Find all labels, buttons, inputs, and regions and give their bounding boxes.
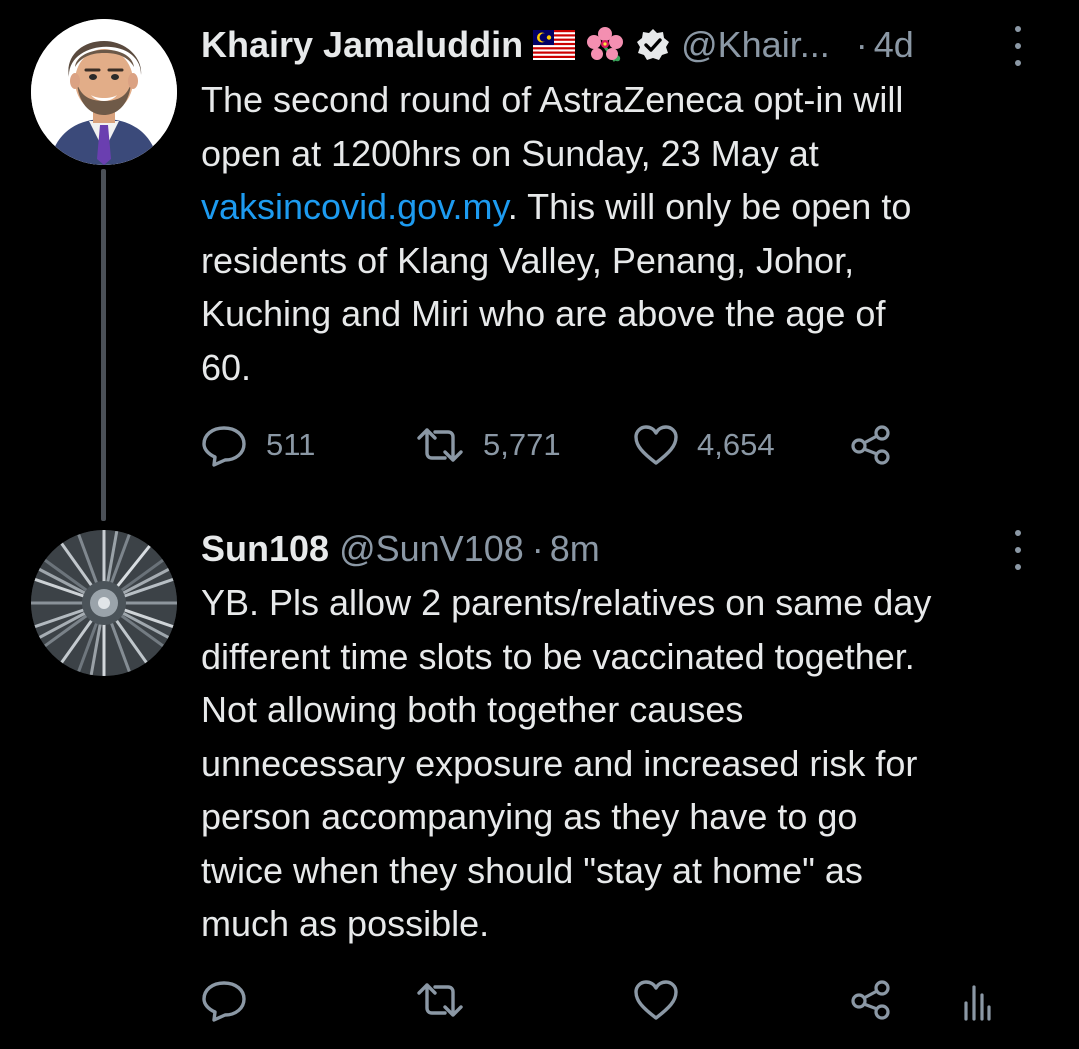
retweet-button[interactable] [415, 980, 633, 1020]
retweet-icon [417, 428, 463, 462]
tweet-actions: 511 5,771 4,654 [200, 420, 1049, 470]
retweet-count: 5,771 [483, 427, 561, 462]
tweet-link[interactable]: vaksincovid.gov.my [201, 186, 508, 227]
heart-icon [634, 980, 678, 1020]
avatar-khairy[interactable] [31, 19, 177, 165]
reply-button[interactable]: 511 [200, 422, 415, 468]
analytics-button[interactable] [962, 979, 992, 1021]
tweet-sun108[interactable]: Sun108 @SunV108 · 8m YB. Pls allow 2 par… [0, 520, 1079, 1049]
more-options-icon[interactable] [1005, 26, 1031, 66]
display-name[interactable]: Khairy Jamaluddin [201, 24, 523, 66]
tweet-text: YB. Pls allow 2 parents/relatives on sam… [201, 582, 932, 944]
reply-icon [202, 426, 246, 467]
radial-burst-avatar-icon [31, 530, 177, 676]
separator-dot: · [855, 24, 868, 65]
retweet-icon [417, 983, 463, 1017]
like-button[interactable] [633, 979, 850, 1021]
tweet-text: The second round of AstraZeneca opt-in w… [201, 73, 1061, 394]
analytics-icon [964, 985, 991, 1021]
heart-icon [634, 425, 678, 465]
timestamp[interactable]: 8m [550, 528, 600, 570]
handle[interactable]: @Khair... [681, 24, 830, 66]
verified-badge-icon [635, 27, 671, 63]
reply-count: 511 [266, 427, 316, 462]
avatar-sun108[interactable] [31, 530, 177, 676]
reply-icon [202, 981, 246, 1022]
reply-button[interactable] [200, 977, 415, 1023]
timestamp[interactable]: 4d [874, 24, 914, 66]
tweet-khairy[interactable]: Khairy Jamaluddin @Khair... · 4d The sec… [0, 0, 1079, 521]
handle[interactable]: @SunV108 [339, 528, 524, 570]
like-button[interactable]: 4,654 [633, 424, 850, 466]
display-name[interactable]: Sun108 [201, 528, 329, 570]
caricature-avatar-icon [31, 19, 177, 165]
more-options-icon[interactable] [1005, 530, 1031, 570]
tweet-header: Khairy Jamaluddin @Khair... · 4d [201, 20, 1049, 70]
separator-dot: · [531, 528, 544, 569]
tweet-actions [200, 975, 1049, 1025]
hibiscus-icon [585, 25, 625, 65]
tweet-header: Sun108 @SunV108 · 8m [201, 524, 1049, 574]
like-count: 4,654 [697, 427, 775, 462]
share-button[interactable] [850, 424, 892, 466]
share-icon [851, 425, 890, 465]
tweet-text-lead: The second round of AstraZeneca opt-in w… [201, 79, 904, 174]
malaysia-flag-icon [533, 30, 576, 60]
retweet-button[interactable]: 5,771 [415, 425, 633, 465]
thread-connector-line [101, 169, 106, 521]
share-icon [851, 980, 890, 1020]
share-button[interactable] [850, 979, 962, 1021]
